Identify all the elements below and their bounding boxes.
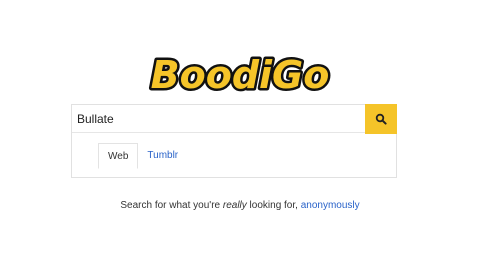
search-button[interactable]	[365, 104, 397, 134]
search-tabs: Web Tumblr	[98, 143, 187, 171]
tab-tumblr[interactable]: Tumblr	[138, 143, 187, 169]
tagline-text-middle: looking for,	[246, 200, 301, 211]
boodigo-logo: BoodiGo	[0, 38, 480, 108]
logo-text: BoodiGo	[151, 53, 330, 97]
tab-web[interactable]: Web	[98, 143, 139, 169]
logo-wordmark: BoodiGo	[148, 51, 332, 100]
anonymously-link[interactable]: anonymously	[301, 200, 360, 211]
tagline-emphasis: really	[222, 200, 247, 211]
tagline: Search for what you're really looking fo…	[0, 200, 480, 211]
search-box: Web Tumblr	[71, 104, 397, 178]
tagline-text-before: Search for what you're	[120, 200, 223, 211]
search-input[interactable]	[72, 105, 367, 133]
search-icon	[375, 113, 387, 125]
